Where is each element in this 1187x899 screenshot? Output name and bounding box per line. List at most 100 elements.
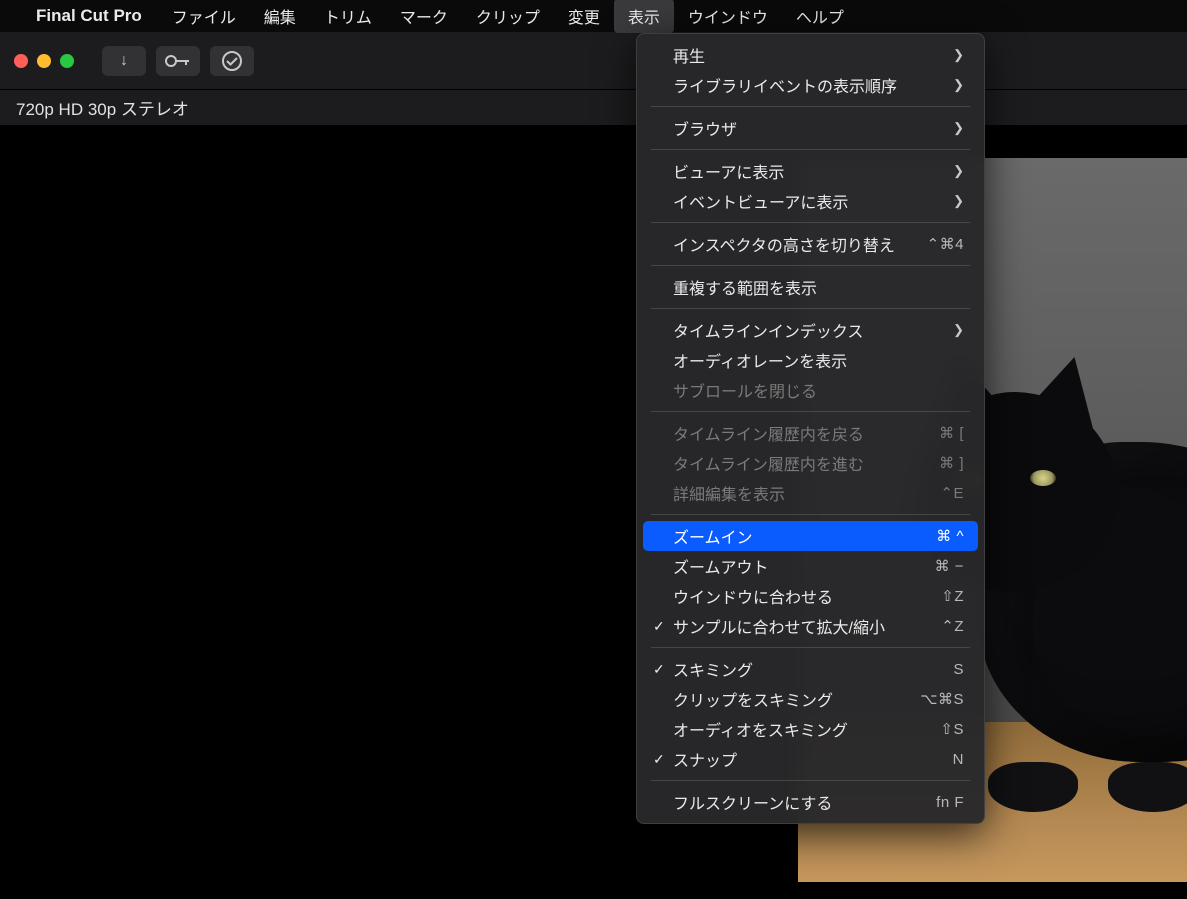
menu-item-shortcut: ⌘ [ bbox=[939, 424, 964, 442]
menu-表示[interactable]: 表示 bbox=[614, 0, 674, 33]
chevron-right-icon: ❯ bbox=[953, 120, 964, 136]
chevron-right-icon: ❯ bbox=[953, 322, 964, 338]
menu-item-shortcut: ⇧Z bbox=[941, 587, 964, 605]
menu-separator bbox=[651, 411, 970, 412]
menu-item-ズームイン[interactable]: ズームイン⌘ ^ bbox=[643, 521, 978, 551]
import-button[interactable]: ↓ bbox=[102, 46, 146, 76]
menu-item-shortcut: ⌘ ] bbox=[939, 454, 964, 472]
menu-item-shortcut: ⌘ ^ bbox=[936, 527, 964, 545]
close-window-button[interactable] bbox=[14, 54, 28, 68]
toolbar: ↓ bbox=[0, 32, 1187, 90]
app-name: Final Cut Pro bbox=[32, 6, 158, 26]
download-arrow-icon: ↓ bbox=[120, 52, 128, 70]
menu-item-ライブラリイベントの表示順序[interactable]: ライブラリイベントの表示順序❯ bbox=[643, 70, 978, 100]
menu-item-shortcut: S bbox=[953, 661, 964, 678]
menu-item-label: クリップをスキミング bbox=[673, 687, 920, 711]
menu-separator bbox=[651, 265, 970, 266]
menu-item-タイムライン履歴内を進む: タイムライン履歴内を進む⌘ ] bbox=[643, 448, 978, 478]
menu-item-サンプルに合わせて拡大/縮小[interactable]: ✓ サンプルに合わせて拡大/縮小⌃Z bbox=[643, 611, 978, 641]
menu-item-label: オーディオレーンを表示 bbox=[673, 348, 964, 372]
project-info-strip: 720p HD 30p ステレオ bbox=[0, 90, 1187, 126]
menu-item-shortcut: fn F bbox=[936, 794, 964, 811]
checkmark-icon: ✓ bbox=[653, 751, 665, 768]
menu-item-shortcut: ⇧S bbox=[940, 720, 964, 738]
menu-item-ウインドウに合わせる[interactable]: ウインドウに合わせる⇧Z bbox=[643, 581, 978, 611]
menu-separator bbox=[651, 647, 970, 648]
key-icon bbox=[165, 53, 191, 69]
menu-item-label: サンプルに合わせて拡大/縮小 bbox=[673, 614, 941, 638]
background-tasks-button[interactable] bbox=[210, 46, 254, 76]
menu-item-label: イベントビューアに表示 bbox=[673, 189, 953, 213]
menu-item-ビューアに表示[interactable]: ビューアに表示❯ bbox=[643, 156, 978, 186]
menu-ファイル[interactable]: ファイル bbox=[158, 0, 250, 33]
menu-item-label: スキミング bbox=[673, 657, 953, 681]
menu-item-shortcut: ⌃⌘4 bbox=[927, 235, 964, 253]
menu-item-インスペクタの高さを切り替え[interactable]: インスペクタの高さを切り替え⌃⌘4 bbox=[643, 229, 978, 259]
chevron-right-icon: ❯ bbox=[953, 47, 964, 63]
menu-separator bbox=[651, 106, 970, 107]
minimize-window-button[interactable] bbox=[37, 54, 51, 68]
keyword-tool-button[interactable] bbox=[156, 46, 200, 76]
menu-item-スキミング[interactable]: ✓ スキミングS bbox=[643, 654, 978, 684]
menu-item-shortcut: N bbox=[953, 751, 964, 768]
menu-item-label: 詳細編集を表示 bbox=[673, 481, 940, 505]
menu-item-label: タイムライン履歴内を戻る bbox=[673, 421, 939, 445]
menu-item-タイムラインインデックス[interactable]: タイムラインインデックス❯ bbox=[643, 315, 978, 345]
menu-item-label: オーディオをスキミング bbox=[673, 717, 940, 741]
checkmark-icon: ✓ bbox=[653, 661, 665, 678]
menu-item-重複する範囲を表示[interactable]: 重複する範囲を表示 bbox=[643, 272, 978, 302]
menu-item-再生[interactable]: 再生❯ bbox=[643, 40, 978, 70]
chevron-right-icon: ❯ bbox=[953, 193, 964, 209]
menu-クリップ[interactable]: クリップ bbox=[462, 0, 554, 33]
menu-マーク[interactable]: マーク bbox=[386, 0, 462, 33]
menu-item-shortcut: ⌥⌘S bbox=[920, 690, 964, 708]
menu-item-label: ビューアに表示 bbox=[673, 159, 953, 183]
menu-separator bbox=[651, 780, 970, 781]
view-menu-dropdown: 再生❯ライブラリイベントの表示順序❯ブラウザ❯ビューアに表示❯イベントビューアに… bbox=[636, 33, 985, 824]
menu-item-スナップ[interactable]: ✓ スナップN bbox=[643, 744, 978, 774]
menu-編集[interactable]: 編集 bbox=[250, 0, 310, 33]
menu-item-label: ズームイン bbox=[673, 524, 936, 548]
menu-item-label: タイムラインインデックス bbox=[673, 318, 953, 342]
checkmark-icon: ✓ bbox=[653, 618, 665, 635]
chevron-right-icon: ❯ bbox=[953, 163, 964, 179]
menu-separator bbox=[651, 308, 970, 309]
menu-item-shortcut: ⌘ − bbox=[935, 557, 964, 575]
menu-ウインドウ[interactable]: ウインドウ bbox=[674, 0, 782, 33]
menu-トリム[interactable]: トリム bbox=[310, 0, 386, 33]
menu-separator bbox=[651, 149, 970, 150]
menu-item-label: タイムライン履歴内を進む bbox=[673, 451, 939, 475]
menu-item-詳細編集を表示: 詳細編集を表示⌃E bbox=[643, 478, 978, 508]
menu-item-オーディオレーンを表示[interactable]: オーディオレーンを表示 bbox=[643, 345, 978, 375]
menu-item-label: サブロールを閉じる bbox=[673, 378, 964, 402]
menu-ヘルプ[interactable]: ヘルプ bbox=[782, 0, 858, 33]
menu-item-label: フルスクリーンにする bbox=[673, 790, 936, 814]
menu-item-label: ウインドウに合わせる bbox=[673, 584, 941, 608]
menu-item-ズームアウト[interactable]: ズームアウト⌘ − bbox=[643, 551, 978, 581]
menu-separator bbox=[651, 222, 970, 223]
window-controls bbox=[14, 54, 74, 68]
menu-変更[interactable]: 変更 bbox=[554, 0, 614, 33]
chevron-right-icon: ❯ bbox=[953, 77, 964, 93]
menu-item-label: ズームアウト bbox=[673, 554, 935, 578]
menubar: Final Cut Pro ファイル編集トリムマーククリップ変更表示ウインドウヘ… bbox=[0, 0, 1187, 32]
menu-item-label: ブラウザ bbox=[673, 116, 953, 140]
menu-item-label: 重複する範囲を表示 bbox=[673, 275, 964, 299]
menu-item-イベントビューアに表示[interactable]: イベントビューアに表示❯ bbox=[643, 186, 978, 216]
menu-item-サブロールを閉じる: サブロールを閉じる bbox=[643, 375, 978, 405]
menu-item-shortcut: ⌃E bbox=[940, 484, 964, 502]
menu-item-クリップをスキミング[interactable]: クリップをスキミング⌥⌘S bbox=[643, 684, 978, 714]
menu-item-ブラウザ[interactable]: ブラウザ❯ bbox=[643, 113, 978, 143]
menu-item-label: インスペクタの高さを切り替え bbox=[673, 232, 927, 256]
project-format-text: 720p HD 30p ステレオ bbox=[16, 95, 189, 120]
menu-item-タイムライン履歴内を戻る: タイムライン履歴内を戻る⌘ [ bbox=[643, 418, 978, 448]
menu-separator bbox=[651, 514, 970, 515]
menu-item-label: 再生 bbox=[673, 43, 953, 67]
menu-item-label: スナップ bbox=[673, 747, 953, 771]
menu-item-label: ライブラリイベントの表示順序 bbox=[673, 73, 953, 97]
menu-item-フルスクリーンにする[interactable]: フルスクリーンにするfn F bbox=[643, 787, 978, 817]
menu-item-オーディオをスキミング[interactable]: オーディオをスキミング⇧S bbox=[643, 714, 978, 744]
fullscreen-window-button[interactable] bbox=[60, 54, 74, 68]
menu-item-shortcut: ⌃Z bbox=[941, 617, 964, 635]
check-circle-icon bbox=[221, 50, 243, 72]
